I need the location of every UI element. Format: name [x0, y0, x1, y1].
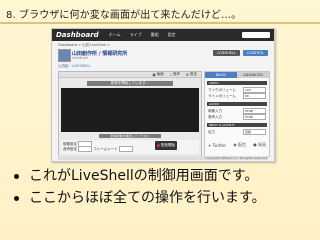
- bullet-item: ここからほぼ全ての操作を行います。: [14, 187, 266, 209]
- top-navigation-bar: Dashboard ホーム ライブ 番組 設定: [52, 29, 274, 41]
- nav-item-program[interactable]: 番組: [151, 32, 159, 38]
- panel-tabs: BASIC ADVANCED: [205, 72, 269, 78]
- row-output: 出力 自動: [208, 129, 266, 135]
- liveshell-button[interactable]: LIVESHELL: [213, 50, 240, 56]
- dashboard-screenshot: Dashboard ホーム ライブ 番組 設定 Dashboard > 山田 L…: [51, 28, 275, 162]
- broadcast-toggle[interactable]: ◉ 配信: [233, 142, 246, 148]
- tab-basic[interactable]: BASIC: [205, 72, 237, 78]
- bird-icon: ✦: [208, 142, 212, 148]
- bullet-list: これがLiveShellの制御用画面です。 ここからほぼ全ての操作を行います。: [14, 165, 266, 209]
- video-player: ▣ 画面 ♪ 音声 ⚙ 設定 配信を開始しています... 配信状態を確認してください …: [58, 71, 202, 157]
- avatar: [58, 49, 71, 62]
- twitter-button[interactable]: ✦ Twitter: [208, 143, 226, 148]
- dashboard-logo[interactable]: Dashboard: [52, 31, 103, 39]
- nav-menu: ホーム ライブ 番組 設定: [103, 32, 176, 38]
- audio-input-select[interactable]: HDMI: [243, 114, 266, 120]
- settings-panel: BASIC ADVANCED VIDEO マイクボリューム 100 ラインボリュー…: [204, 71, 270, 157]
- toolbar-settings-button[interactable]: ⚙ 設定: [186, 72, 197, 77]
- footer-text: Copyright CERevo Inc. All rights reserve…: [205, 156, 268, 160]
- breadcrumb: Dashboard > 山田 LiveShell >: [58, 43, 110, 47]
- section-audio: AUDIO: [207, 102, 267, 106]
- gear-icon: ⚙: [185, 72, 189, 77]
- broadcast-button[interactable]: 配信開始: [155, 141, 177, 150]
- record-toggle[interactable]: ● 録画: [253, 142, 266, 148]
- control-button[interactable]: CONTROL: [242, 50, 268, 56]
- control-row-audio: 音声設定 フレームレート: [63, 146, 133, 152]
- video-preview[interactable]: [61, 88, 199, 132]
- antenna-icon: ◉: [233, 142, 237, 147]
- monitor-icon: ▣: [152, 72, 156, 77]
- record-dot-icon: [157, 143, 160, 147]
- toolbar-screen-button[interactable]: ▣ 画面: [152, 72, 163, 77]
- slide: 8. ブラウザに何か変な画面が出て来たんだけど…。 Dashboard ホーム …: [0, 0, 320, 240]
- bullet-dot-icon: [14, 173, 19, 179]
- channel-link[interactable]: 山田組 : LIVESHELL: [58, 64, 90, 69]
- title-divider: [0, 22, 320, 24]
- tab-advanced[interactable]: ADVANCED: [237, 72, 269, 78]
- video-caption: 配信状態を確認してください: [99, 134, 161, 138]
- nav-item-live[interactable]: ライブ: [130, 32, 142, 38]
- slide-title: 8. ブラウザに何か変な画面が出て来たんだけど…。: [6, 10, 242, 21]
- line-volume-field[interactable]: 80: [243, 93, 266, 99]
- speaker-icon: ♪: [169, 72, 172, 77]
- toolbar-audio-button[interactable]: ♪ 音声: [170, 72, 180, 77]
- record-icon: ●: [253, 142, 257, 147]
- output-select[interactable]: 自動: [243, 129, 266, 135]
- channel-subtitle: LiveShell: [72, 56, 88, 60]
- status-message: 配信を開始しています...: [87, 81, 173, 86]
- section-input-output: INPUT & OUTPUT: [207, 123, 267, 127]
- nav-item-home[interactable]: ホーム: [109, 32, 121, 38]
- bullet-item: これがLiveShellの制御用画面です。: [14, 165, 266, 187]
- search-input[interactable]: [242, 32, 270, 38]
- audio-setting-select[interactable]: [78, 146, 93, 152]
- section-video: VIDEO: [207, 81, 267, 85]
- player-controls: 映像設定 音声設定 フレームレート: [61, 140, 199, 154]
- header-buttons: LIVESHELL CONTROL: [213, 50, 268, 56]
- row-line-volume: ラインボリューム 80: [208, 93, 266, 99]
- row-audio-input: 音声入力 HDMI: [208, 114, 266, 120]
- framerate-select[interactable]: [118, 146, 133, 152]
- bullet-dot-icon: [14, 195, 19, 201]
- nav-item-settings[interactable]: 設定: [168, 32, 176, 38]
- player-toolbar: ▣ 画面 ♪ 音声 ⚙ 設定: [59, 72, 201, 78]
- row-icons: ✦ Twitter ◉ 配信 ● 録画: [208, 142, 266, 148]
